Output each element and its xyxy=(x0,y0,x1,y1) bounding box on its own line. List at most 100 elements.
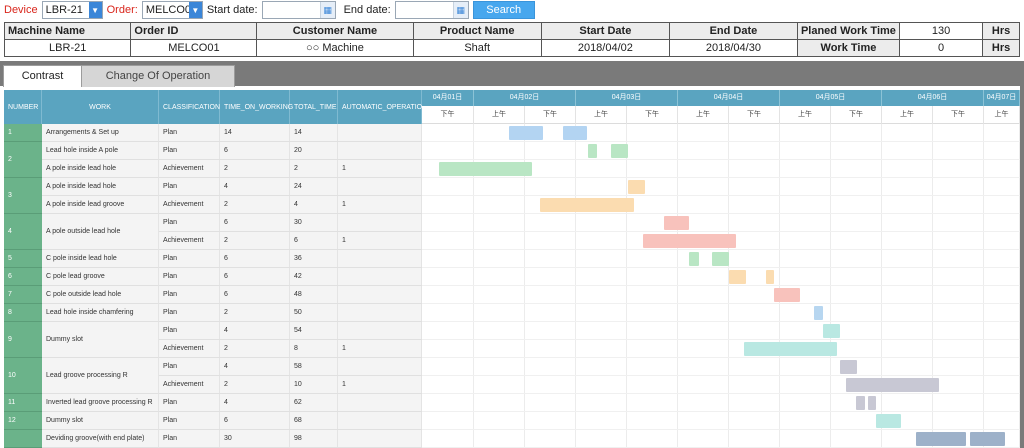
work-cell: A pole inside lead hole xyxy=(42,178,159,196)
gantt-grid-line xyxy=(575,124,576,448)
cell-tow: 14 xyxy=(220,124,290,141)
gantt-row-line xyxy=(422,357,1020,358)
gantt-grid-line xyxy=(677,124,678,448)
cell-tow: 4 xyxy=(220,394,290,411)
gantt-bar[interactable] xyxy=(611,144,628,158)
cell-tow: 2 xyxy=(220,232,290,249)
gantt-bar[interactable] xyxy=(744,342,837,356)
col-work[interactable]: WORK xyxy=(42,90,159,124)
gantt-bar[interactable] xyxy=(868,396,876,410)
gantt-bar[interactable] xyxy=(846,378,939,392)
number-cell xyxy=(4,430,42,448)
calendar-icon[interactable]: ▦ xyxy=(452,2,468,18)
planed-work-time-value: 130 xyxy=(898,22,984,40)
work-cell: A pole outside lead hole xyxy=(42,214,159,250)
panel-border xyxy=(1020,86,1024,448)
gantt-bar[interactable] xyxy=(664,216,689,230)
gantt-half-day-header: 上午 xyxy=(882,106,933,124)
gantt-bar[interactable] xyxy=(729,270,746,284)
cell-cls: Plan xyxy=(159,124,220,141)
number-cell: 9 xyxy=(4,322,42,358)
cell-cls: Plan xyxy=(159,430,220,447)
number-cell: 7 xyxy=(4,286,42,304)
col-number[interactable]: NUMBER xyxy=(4,90,42,124)
product-name-header: Product Name xyxy=(412,22,542,40)
work-cell: Lead groove processing R xyxy=(42,358,159,394)
gantt-row-line xyxy=(422,195,1020,196)
gantt-date-row: 04月01日 04月02日 04月03日 04月04日 04月05日 04月06日 04月0… xyxy=(422,90,1020,106)
gantt-bar[interactable] xyxy=(439,162,532,176)
cell-tot: 50 xyxy=(290,304,338,321)
gantt-half-day-row: 下午 上午 下午 上午 下午 上午 下午 上午 下午 上午 下午 上午 xyxy=(422,106,1020,124)
gantt-bar[interactable] xyxy=(588,144,597,158)
chevron-down-icon[interactable]: ▼ xyxy=(88,2,102,18)
end-date-input[interactable]: ▦ xyxy=(394,1,469,19)
gantt-grid-line xyxy=(728,124,729,448)
hrs-unit: Hrs xyxy=(982,39,1020,57)
gantt-chart: 04月01日 04月02日 04月03日 04月04日 04月05日 04月06日 04月0… xyxy=(422,90,1020,448)
gantt-row-line xyxy=(422,249,1020,250)
cell-tot: 62 xyxy=(290,394,338,411)
end-date-value-cell: 2018/04/30 xyxy=(668,39,798,57)
calendar-icon[interactable]: ▦ xyxy=(319,2,335,18)
gantt-bar[interactable] xyxy=(840,360,857,374)
cell-tot: 58 xyxy=(290,358,338,375)
tab-strip: Contrast Display Change Of Operation Ach… xyxy=(0,61,1024,103)
gantt-bar[interactable] xyxy=(643,234,736,248)
gantt-bar[interactable] xyxy=(563,126,587,140)
gantt-bar[interactable] xyxy=(823,324,840,338)
cell-tow: 2 xyxy=(220,304,290,321)
order-select[interactable]: MELCO01 ▼ xyxy=(141,1,203,19)
device-select-value: LBR-21 xyxy=(45,4,83,16)
work-cell: C pole inside lead hole xyxy=(42,250,159,268)
cell-tot: 68 xyxy=(290,412,338,429)
filter-bar: Device LBR-21 ▼ Order: MELCO01 ▼ Start d… xyxy=(0,0,1024,20)
cell-tow: 6 xyxy=(220,142,290,159)
cell-cls: Achievement xyxy=(159,160,220,177)
machine-name-header: Machine Name xyxy=(3,22,132,40)
gantt-bar[interactable] xyxy=(916,432,966,446)
search-button[interactable]: Search xyxy=(472,1,535,19)
end-date-label: End date: xyxy=(343,4,391,16)
gantt-date-header: 04月02日 xyxy=(474,90,576,106)
gantt-bar[interactable] xyxy=(876,414,901,428)
gantt-bar[interactable] xyxy=(712,252,729,266)
start-date-input[interactable]: ▦ xyxy=(261,1,336,19)
number-cell: 5 xyxy=(4,250,42,268)
gantt-bar[interactable] xyxy=(856,396,865,410)
tab-change-of-operation[interactable]: Change Of Operation Achievement xyxy=(81,65,235,103)
gantt-bar[interactable] xyxy=(814,306,823,320)
gantt-bar[interactable] xyxy=(628,180,645,194)
gantt-half-day-header: 下午 xyxy=(933,106,984,124)
gantt-grid-line xyxy=(932,124,933,448)
gantt-bar[interactable] xyxy=(766,270,774,284)
number-cell: 12 xyxy=(4,412,42,430)
cell-cls: Achievement xyxy=(159,196,220,213)
col-automatic-operation[interactable]: AUTOMATIC_OPERATION xyxy=(338,90,422,124)
work-cell: Lead hole inside chamfering xyxy=(42,304,159,322)
cell-tot: 6 xyxy=(290,232,338,249)
col-time-on-working[interactable]: TIME_ON_WORKING xyxy=(220,90,293,124)
cell-cls: Achievement xyxy=(159,340,220,357)
gantt-half-day-header: 下午 xyxy=(627,106,678,124)
gantt-half-day-header: 上午 xyxy=(474,106,525,124)
cell-auto: 1 xyxy=(338,232,422,249)
col-total-time[interactable]: TOTAL_TIME xyxy=(290,90,338,124)
device-select[interactable]: LBR-21 ▼ xyxy=(41,1,103,19)
gantt-bar[interactable] xyxy=(774,288,800,302)
gantt-bar[interactable] xyxy=(540,198,634,212)
cell-auto xyxy=(338,358,422,375)
col-classification[interactable]: CLASSIFICATION xyxy=(159,90,220,124)
gantt-bar[interactable] xyxy=(970,432,1005,446)
cell-tow: 4 xyxy=(220,178,290,195)
cell-cls: Plan xyxy=(159,178,220,195)
chevron-down-icon[interactable]: ▼ xyxy=(188,2,202,18)
cell-tot: 98 xyxy=(290,430,338,447)
work-time-value: 0 xyxy=(898,39,984,57)
cell-auto xyxy=(338,286,422,303)
tab-contrast-display[interactable]: Contrast Display xyxy=(3,65,82,103)
hrs-unit: Hrs xyxy=(982,22,1020,40)
gantt-bar[interactable] xyxy=(509,126,543,140)
gantt-bar[interactable] xyxy=(689,252,699,266)
cell-tot: 48 xyxy=(290,286,338,303)
